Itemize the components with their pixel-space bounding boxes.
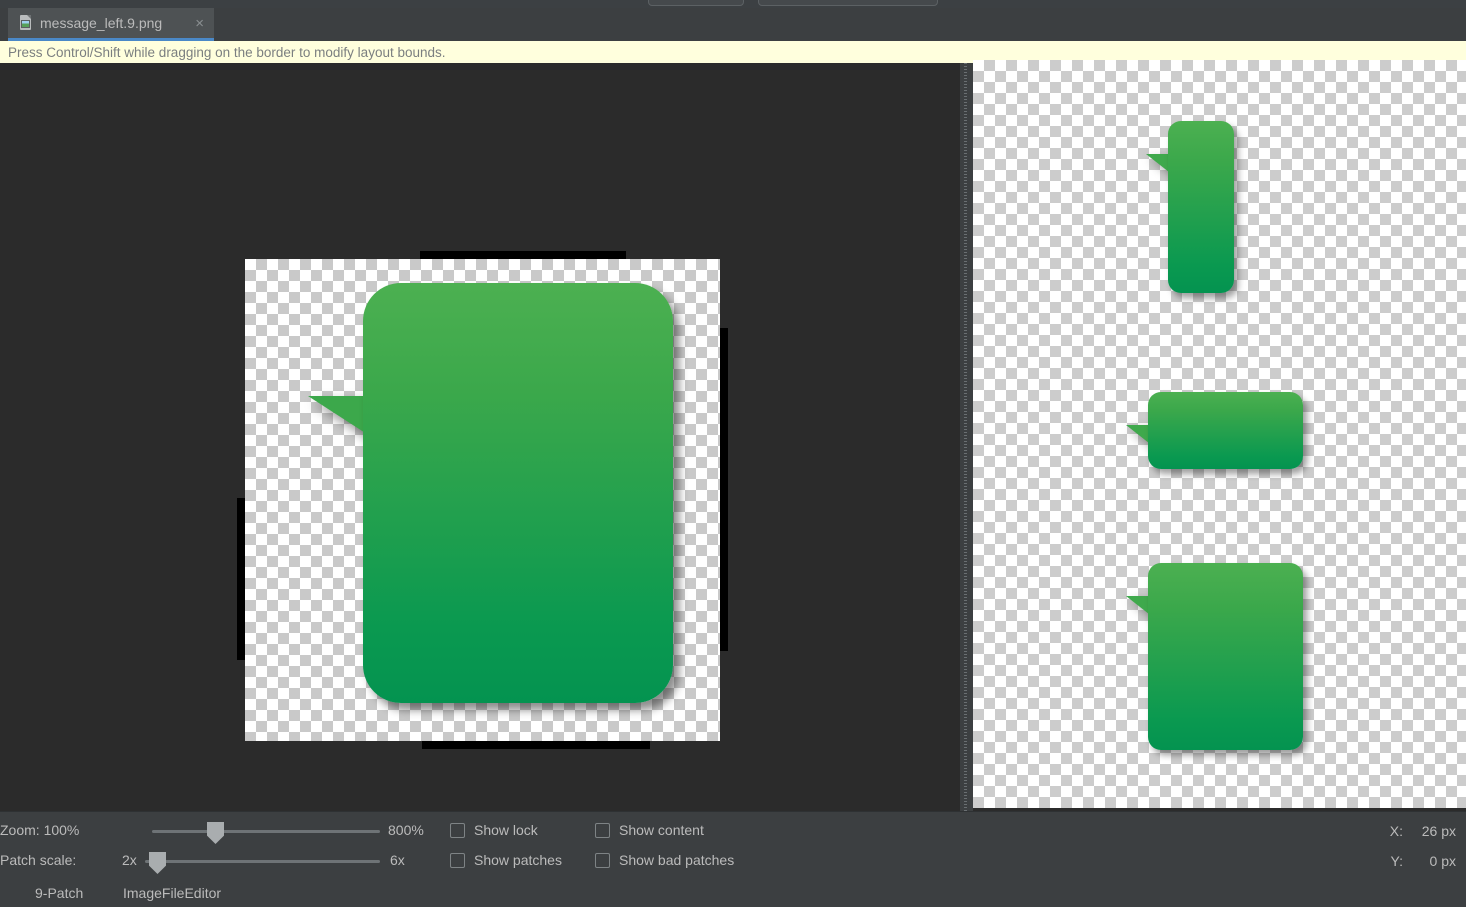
- preview-body: [1148, 563, 1303, 750]
- image-file-icon: [18, 15, 34, 31]
- nine-patch-image[interactable]: [237, 251, 728, 749]
- preview-bubble-tall: [1146, 121, 1234, 293]
- toolbar-field-2[interactable]: [758, 0, 938, 6]
- speech-bubble-artwork: [308, 283, 673, 703]
- close-icon[interactable]: ×: [191, 16, 208, 31]
- zoom-slider[interactable]: [152, 818, 380, 844]
- toolbar-field-1[interactable]: [648, 0, 744, 6]
- zoom-label: Zoom: 100%: [0, 822, 80, 838]
- patch-scale-max-label: 6x: [390, 852, 405, 868]
- nine-patch-editor-canvas[interactable]: [0, 63, 960, 811]
- checkbox-box-icon[interactable]: [450, 822, 465, 838]
- patch-marker-top[interactable]: [420, 251, 626, 259]
- status-item-9-patch[interactable]: 9-Patch: [35, 885, 83, 901]
- status-bar: 9-Patch ImageFileEditor: [0, 878, 1466, 907]
- checkbox-show-bad-patches[interactable]: Show bad patches: [595, 852, 734, 868]
- hint-banner-text: Press Control/Shift while dragging on th…: [8, 44, 446, 60]
- checkbox-box-icon[interactable]: [450, 852, 465, 868]
- patch-scale-slider[interactable]: [145, 848, 380, 874]
- zoom-slider-thumb[interactable]: [207, 822, 224, 844]
- coordinate-x: X: 26 px: [1390, 816, 1456, 846]
- nine-patch-preview-pane[interactable]: [973, 60, 1466, 808]
- ide-window: message_left.9.png × Press Control/Shift…: [0, 0, 1466, 907]
- status-item-image-file-editor[interactable]: ImageFileEditor: [123, 885, 221, 901]
- tab-message-left-png[interactable]: message_left.9.png ×: [8, 8, 214, 41]
- coordinate-y: Y: 0 px: [1390, 846, 1456, 876]
- checkbox-show-content[interactable]: Show content: [595, 822, 704, 838]
- preview-bubble-large: [1126, 563, 1303, 750]
- editor-tab-bar: message_left.9.png ×: [0, 8, 1466, 41]
- cursor-coordinates: X: 26 px Y: 0 px: [1390, 816, 1456, 876]
- patch-scale-slider-thumb[interactable]: [149, 852, 166, 874]
- checkbox-show-bad-patches-label: Show bad patches: [619, 852, 735, 868]
- coordinate-y-value: 0 px: [1429, 853, 1456, 869]
- preview-bubble-wide: [1126, 392, 1303, 469]
- coordinate-y-key: Y:: [1390, 853, 1403, 869]
- splitter-grip-icon: [964, 63, 967, 811]
- coordinate-x-value: 26 px: [1421, 823, 1456, 839]
- zoom-max-label: 800%: [388, 822, 424, 838]
- zoom-label-wrap: Zoom: 100%: [0, 822, 145, 840]
- patch-scale-min-label: 2x: [122, 852, 137, 868]
- zoom-slider-track[interactable]: [152, 830, 380, 833]
- pane-splitter[interactable]: [960, 63, 973, 811]
- preview-body: [1148, 392, 1303, 469]
- patch-marker-right[interactable]: [720, 328, 728, 651]
- coordinate-x-key: X:: [1389, 823, 1403, 839]
- patch-marker-bottom[interactable]: [422, 741, 650, 749]
- checkbox-show-content-label: Show content: [619, 822, 704, 838]
- checkbox-box-icon[interactable]: [595, 822, 610, 838]
- patch-scale-label-wrap: Patch scale:: [0, 852, 110, 870]
- patch-scale-label: Patch scale:: [0, 852, 77, 868]
- checkbox-box-icon[interactable]: [595, 852, 610, 868]
- checkbox-show-lock[interactable]: Show lock: [450, 822, 538, 838]
- patch-marker-left[interactable]: [237, 498, 245, 660]
- patch-scale-slider-track[interactable]: [145, 860, 380, 863]
- tab-label: message_left.9.png: [40, 15, 163, 31]
- preview-body: [1168, 121, 1234, 293]
- checkbox-show-patches[interactable]: Show patches: [450, 852, 562, 868]
- speech-bubble-body: [363, 283, 673, 703]
- checkbox-show-patches-label: Show patches: [474, 852, 562, 868]
- zoom-control-row: Zoom: 100% 800% Show lock Show content: [0, 816, 1466, 846]
- patch-scale-control-row: Patch scale: 2x 6x Show patches Show bad…: [0, 846, 1466, 876]
- checkbox-show-lock-label: Show lock: [474, 822, 538, 838]
